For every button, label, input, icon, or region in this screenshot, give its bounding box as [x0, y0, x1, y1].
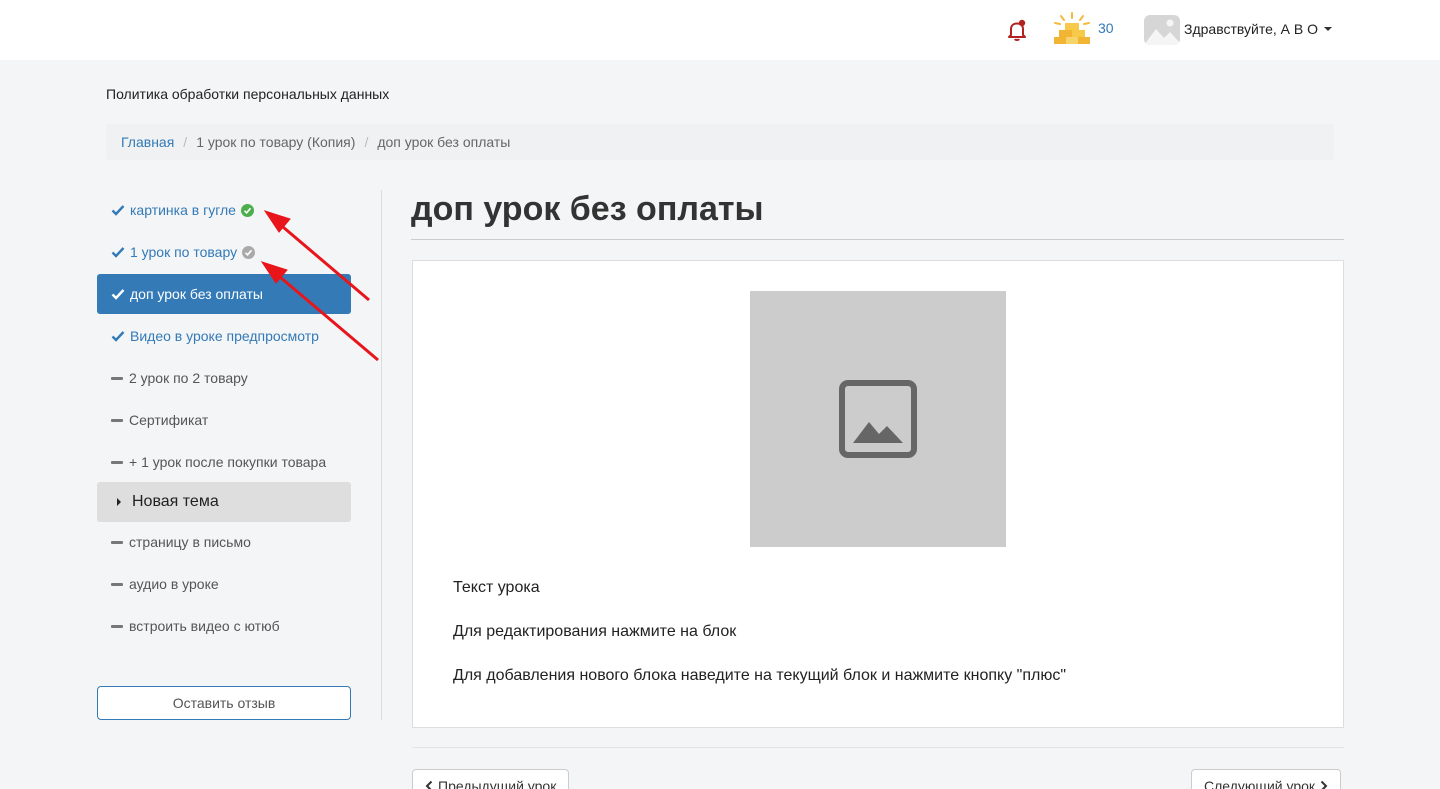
breadcrumb-current: доп урок без оплаты: [377, 134, 511, 150]
top-bar: 30 Здравствуйте, А В О: [0, 0, 1440, 60]
bell-icon[interactable]: [1005, 18, 1029, 42]
lesson-content[interactable]: Текст урока Для редактирования нажмите н…: [412, 260, 1344, 728]
lesson-label: встроить видео с ютюб: [129, 618, 280, 634]
title-divider: [411, 239, 1344, 240]
caret-down-icon: [1324, 27, 1333, 31]
lesson-label: Сертификат: [129, 412, 209, 428]
lesson-item[interactable]: 1 урок по товару: [97, 232, 351, 272]
check-icon: [111, 247, 125, 258]
dash-icon: [111, 582, 123, 586]
breadcrumb-section[interactable]: 1 урок по товару (Копия): [196, 134, 355, 150]
chevron-left-icon: [425, 780, 433, 789]
leave-feedback-button[interactable]: Оставить отзыв: [97, 686, 351, 720]
pending-check-icon: [242, 245, 256, 259]
lesson-item[interactable]: Сертификат: [97, 400, 351, 440]
lesson-label: Видео в уроке предпросмотр: [130, 328, 319, 344]
image-placeholder-icon: [839, 380, 917, 458]
coins-icon[interactable]: [1052, 12, 1092, 46]
lesson-item[interactable]: страницу в письмо: [97, 522, 351, 562]
previous-lesson-label: Предыдущий урок: [438, 778, 557, 789]
lesson-label: страницу в письмо: [129, 534, 251, 550]
user-menu[interactable]: Здравствуйте, А В О: [1184, 21, 1333, 37]
dash-icon: [111, 418, 123, 422]
privacy-policy-link[interactable]: Политика обработки персональных данных: [106, 86, 389, 102]
check-icon: [111, 331, 125, 342]
dash-icon: [111, 376, 123, 380]
lesson-item-active[interactable]: доп урок без оплаты: [97, 274, 351, 314]
content-divider: [412, 747, 1344, 748]
lesson-item[interactable]: встроить видео с ютюб: [97, 606, 351, 646]
coin-balance[interactable]: 30: [1098, 20, 1114, 36]
dash-icon: [111, 460, 123, 464]
lesson-label: 2 урок по 2 товару: [129, 370, 248, 386]
lesson-label: + 1 урок после покупки товара: [129, 454, 327, 470]
avatar[interactable]: [1144, 15, 1180, 45]
previous-lesson-button[interactable]: Предыдущий урок: [412, 769, 570, 789]
next-lesson-button[interactable]: Следующий урок: [1191, 769, 1342, 789]
lesson-label: аудио в уроке: [129, 576, 219, 592]
dash-icon: [111, 540, 123, 544]
chevron-right-icon: [1320, 780, 1328, 789]
topic-toggle[interactable]: Новая тема: [97, 482, 351, 522]
next-lesson-label: Следующий урок: [1204, 778, 1316, 789]
check-icon: [111, 289, 125, 300]
user-greeting: Здравствуйте, А В О: [1184, 21, 1319, 37]
caret-right-icon: [117, 498, 121, 506]
breadcrumb: Главная / 1 урок по товару (Копия) / доп…: [106, 124, 1334, 160]
dash-icon: [111, 624, 123, 628]
sidebar-divider: [381, 190, 382, 720]
lesson-label: 1 урок по товару: [130, 244, 238, 260]
topic-label: Новая тема: [132, 493, 219, 510]
breadcrumb-separator: /: [183, 134, 188, 150]
lesson-label: доп урок без оплаты: [130, 286, 263, 302]
image-block[interactable]: [750, 291, 1006, 547]
check-icon: [111, 205, 125, 216]
lesson-paragraph: Для редактирования нажмите на блок: [453, 623, 737, 640]
page-title: доп урок без оплаты: [411, 190, 764, 228]
completed-check-icon: [240, 203, 254, 217]
breadcrumb-separator: /: [364, 134, 369, 150]
lesson-paragraph: Текст урока: [453, 579, 540, 596]
lesson-item[interactable]: аудио в уроке: [97, 564, 351, 604]
lesson-item[interactable]: картинка в гугле: [97, 190, 351, 230]
lesson-item[interactable]: 2 урок по 2 товару: [97, 358, 351, 398]
lesson-item[interactable]: Видео в уроке предпросмотр: [97, 316, 351, 356]
breadcrumb-home[interactable]: Главная: [121, 134, 174, 150]
lesson-item[interactable]: + 1 урок после покупки товара: [97, 442, 351, 482]
lesson-paragraph: Для добавления нового блока наведите на …: [453, 667, 1066, 684]
lesson-label: картинка в гугле: [130, 202, 236, 218]
